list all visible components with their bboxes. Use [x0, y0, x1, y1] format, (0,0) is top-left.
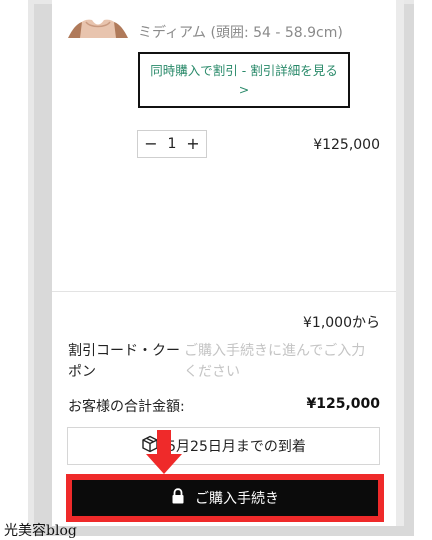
discount-code-label: 割引コード・クーポン	[68, 343, 180, 380]
screen-edge	[396, 0, 404, 526]
watermark: 光美容blog	[4, 523, 77, 539]
checkout-label: ご購入手続き	[195, 491, 279, 507]
total-label: お客様の合計金額:	[68, 399, 185, 415]
down-arrow-icon	[144, 430, 184, 478]
cart-screen: ミディアム (頭囲: 54 - 58.9cm) 同時購入で割引 - 割引詳細を見…	[52, 0, 396, 526]
lock-icon	[171, 488, 185, 508]
discount-code-field[interactable]: ご購入手続きに進んでご入力ください	[184, 341, 374, 383]
decrease-quantity-button[interactable]: −	[144, 136, 158, 152]
line-item-price: ¥125,000	[313, 137, 380, 153]
shipping-cost: ¥1,000から	[303, 315, 380, 331]
checkout-button[interactable]: ご購入手続き	[72, 480, 378, 516]
total-value: ¥125,000	[306, 396, 380, 412]
delivery-text: 5月25日月までの到着	[167, 439, 306, 455]
delivery-estimate: 5月25日月までの到着	[67, 427, 380, 465]
variant-text: ミディアム (頭囲: 54 - 58.9cm)	[138, 25, 343, 41]
quantity-stepper[interactable]: − 1 +	[137, 130, 207, 158]
bundle-discount-link[interactable]: 同時購入で割引 - 割引詳細を見る >	[138, 52, 350, 108]
increase-quantity-button[interactable]: +	[186, 136, 200, 152]
bundle-discount-label: 同時購入で割引 - 割引詳細を見る >	[150, 63, 338, 97]
divider	[52, 291, 396, 292]
quantity-value: 1	[167, 136, 177, 152]
product-thumbnail[interactable]	[66, 12, 130, 38]
